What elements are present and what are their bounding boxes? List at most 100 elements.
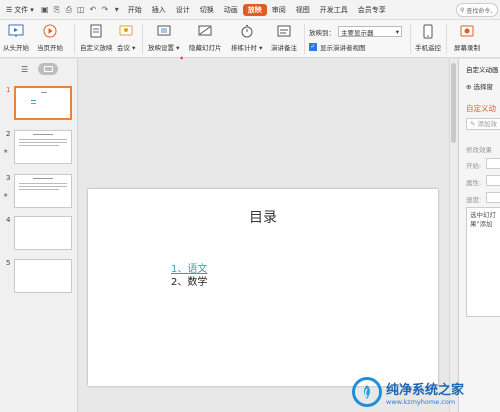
toc-item-math[interactable]: 2、数学: [171, 273, 207, 288]
ribbon-divider: [446, 24, 447, 54]
speaker-notes-button[interactable]: 演讲备注: [271, 23, 297, 52]
watermark-text: 纯净系统之家 www.kzmyhome.com: [386, 379, 464, 406]
meeting-button[interactable]: 会议 ▾: [117, 23, 135, 52]
ribbon-divider: [142, 24, 143, 54]
presenter-view-row[interactable]: ✓ 显示演讲者视图: [309, 42, 366, 52]
show-settings-button[interactable]: 放映设置 ▾: [148, 23, 179, 52]
chevron-down-icon: ▾: [395, 27, 399, 36]
watermark-url: www.kzmyhome.com: [386, 397, 456, 406]
menu-bar: ☰ 文件 ▾ ▣ ⎘ ⎙ ◫ ↶ ↷ ▾ 开始 插入 设计 切换 动画 放映 审…: [0, 0, 500, 20]
slide-thumbnail[interactable]: [14, 86, 72, 120]
hide-slide-icon: [197, 23, 213, 39]
custom-show-icon: [88, 23, 104, 39]
from-current-button[interactable]: 当页开始: [37, 23, 63, 52]
outline-view-icon[interactable]: ☰: [21, 65, 28, 74]
slide-thumbnail[interactable]: [14, 259, 72, 293]
phone-icon: [420, 23, 436, 39]
phone-remote-button[interactable]: 手机遥控: [415, 23, 441, 52]
tab-design[interactable]: 设计: [171, 5, 195, 15]
tab-insert[interactable]: 插入: [147, 5, 171, 15]
slide-canvas: 目录 1、语文 2、数学: [79, 59, 448, 412]
panel-view-switcher: ☰: [0, 63, 78, 79]
hide-slide-label: 隐藏幻灯片: [189, 44, 222, 52]
save-icon[interactable]: ▣: [39, 4, 51, 16]
add-effect-button[interactable]: ✎ 添加效: [466, 118, 500, 130]
slide-title[interactable]: 目录: [88, 207, 438, 227]
export-icon[interactable]: ⎘: [51, 4, 63, 16]
select-pane-label: 选择窗: [473, 83, 494, 91]
tab-member[interactable]: 会员专享: [353, 5, 391, 15]
slide-number: 3: [6, 174, 11, 182]
custom-show-button[interactable]: 自定义放映: [80, 23, 113, 52]
slide-number: 1: [6, 86, 11, 94]
screen-record-button[interactable]: 屏幕录制: [454, 23, 480, 52]
slide-number: 5: [6, 259, 11, 267]
presenter-view-label: 显示演讲者视图: [320, 44, 366, 52]
phone-remote-label: 手机遥控: [415, 44, 441, 52]
monitor-select-value: 主要显示器: [341, 28, 374, 37]
from-start-label: 从头开始: [3, 44, 29, 52]
meeting-label: 会议 ▾: [117, 44, 136, 52]
show-settings-label: 放映设置 ▾: [148, 44, 180, 52]
speaker-notes-label: 演讲备注: [271, 44, 297, 52]
from-current-label: 当页开始: [37, 44, 63, 52]
menu-icon: ☰: [6, 5, 13, 14]
file-menu[interactable]: ☰ 文件 ▾: [0, 5, 39, 15]
search-placeholder: 查找命令、: [466, 7, 497, 15]
undo-icon[interactable]: ↶: [87, 4, 99, 16]
slide-view-icon[interactable]: [38, 63, 58, 75]
tab-transition[interactable]: 切换: [195, 5, 219, 15]
more-icon[interactable]: ▾: [111, 4, 123, 16]
print-icon[interactable]: ⎙: [63, 4, 75, 16]
speed-select[interactable]: [486, 192, 500, 203]
scrollbar-thumb[interactable]: [451, 63, 456, 143]
tab-review[interactable]: 审阅: [267, 5, 291, 15]
meeting-icon: [118, 23, 134, 39]
screen-record-label: 屏幕录制: [454, 44, 480, 52]
slide-thumbnail[interactable]: [14, 174, 72, 208]
ribbon-divider: [74, 24, 75, 54]
animation-list[interactable]: 选中幻灯 果"添加: [466, 207, 500, 317]
current-slide[interactable]: 目录 1、语文 2、数学: [88, 189, 438, 386]
stopwatch-icon: [239, 23, 255, 39]
record-icon: [459, 23, 475, 39]
hide-slide-button[interactable]: 隐藏幻灯片: [189, 23, 222, 52]
add-effect-label: 添加效: [477, 120, 498, 128]
tab-animation[interactable]: 动画: [219, 5, 243, 15]
slide-thumbnail[interactable]: [14, 216, 72, 250]
speed-label: 速度:: [466, 196, 482, 204]
presenter-view-checkbox[interactable]: ✓: [309, 43, 317, 51]
tab-developer[interactable]: 开发工具: [315, 5, 353, 15]
site-watermark: 纯净系统之家 www.kzmyhome.com: [352, 372, 500, 412]
monitor-select[interactable]: 主要显示器 ▾: [338, 26, 402, 37]
ribbon: 从头开始 当页开始 自定义放映 会议 ▾ 放映设置 ▾ 隐藏幻灯片 排练计时 ▾…: [0, 20, 500, 58]
tab-view[interactable]: 视图: [291, 5, 315, 15]
vertical-scrollbar[interactable]: [449, 59, 457, 412]
tab-slideshow[interactable]: 放映: [242, 3, 267, 16]
slide-number: 4: [6, 216, 11, 224]
property-select[interactable]: [486, 175, 500, 186]
play-current-icon: [42, 23, 58, 39]
custom-show-label: 自定义放映: [80, 44, 113, 52]
search-input[interactable]: ⚲ 查找命令、: [456, 3, 498, 17]
slide-thumbnail[interactable]: [14, 130, 72, 164]
slide-number: 2: [6, 130, 11, 138]
preview-icon[interactable]: ◫: [75, 4, 87, 16]
play-from-start-icon: [8, 23, 24, 39]
chevron-down-icon: ▾: [30, 5, 34, 14]
tab-home[interactable]: 开始: [123, 5, 147, 15]
settings-icon: [156, 23, 172, 39]
property-label: 属性:: [466, 179, 482, 187]
show-on-row: 放映到： 主要显示器 ▾: [309, 26, 402, 37]
slide-panel: ☰ 1 2 ★ 3 ★ 4 5: [0, 59, 78, 412]
notes-icon: [276, 23, 292, 39]
rehearse-button[interactable]: 排练计时 ▾: [231, 23, 262, 52]
from-start-button[interactable]: 从头开始: [3, 23, 29, 52]
start-select[interactable]: [486, 158, 500, 169]
ribbon-divider: [304, 24, 305, 54]
watermark-logo-icon: [352, 377, 382, 407]
hint-line-2: 果"添加: [470, 220, 493, 228]
start-label: 开始:: [466, 162, 482, 170]
select-pane-link[interactable]: ⊕ 选择窗: [466, 81, 493, 91]
redo-icon[interactable]: ↷: [99, 4, 111, 16]
